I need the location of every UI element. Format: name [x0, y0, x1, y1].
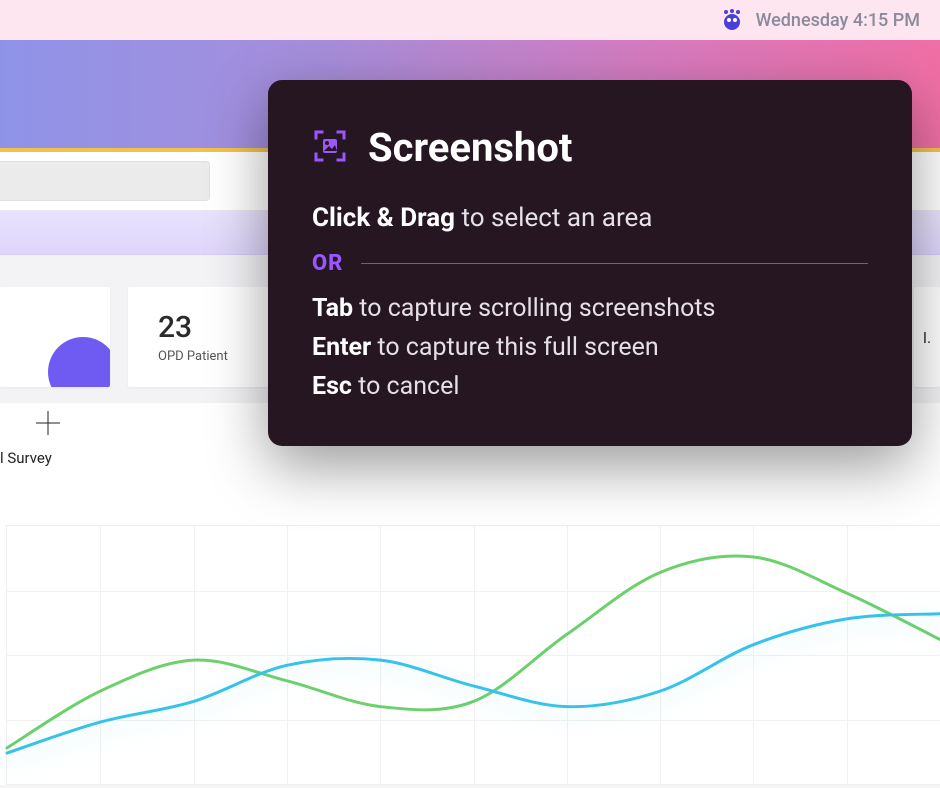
stat-card-text-clip: I.: [923, 328, 932, 347]
survey-title: l Survey: [0, 449, 940, 467]
stat-label: OPD Patient: [158, 349, 248, 364]
stat-card-partial[interactable]: ent: [0, 287, 110, 387]
chart-container: [0, 485, 940, 785]
stat-card-opd[interactable]: 23 OPD Patient: [128, 287, 278, 387]
clock-text: Wednesday 4:15 PM: [756, 10, 920, 31]
instruction-clickdrag: Click & Drag to select an area: [312, 203, 868, 233]
stat-value: 23: [158, 310, 248, 345]
screenshot-frame-icon: [312, 128, 348, 168]
status-bar: Wednesday 4:15 PM: [0, 0, 940, 40]
overlay-title: Screenshot: [368, 124, 572, 171]
instruction-enter: Enter to capture this full screen: [312, 329, 868, 368]
survey-chart: [6, 525, 940, 785]
instruction-esc: Esc to cancel: [312, 368, 868, 407]
instruction-tab: Tab to capture scrolling screenshots: [312, 290, 868, 329]
chart-series-green: [7, 556, 940, 748]
search-input[interactable]: [0, 161, 210, 201]
divider-line: [361, 263, 868, 264]
tray-app-icon[interactable]: [720, 8, 744, 32]
chart-series-blue: [7, 614, 940, 753]
or-label: OR: [312, 251, 343, 276]
divider-or: OR: [312, 251, 868, 276]
screenshot-overlay: Screenshot Click & Drag to select an are…: [268, 80, 912, 446]
stat-card-right-clip[interactable]: I.: [914, 287, 940, 387]
